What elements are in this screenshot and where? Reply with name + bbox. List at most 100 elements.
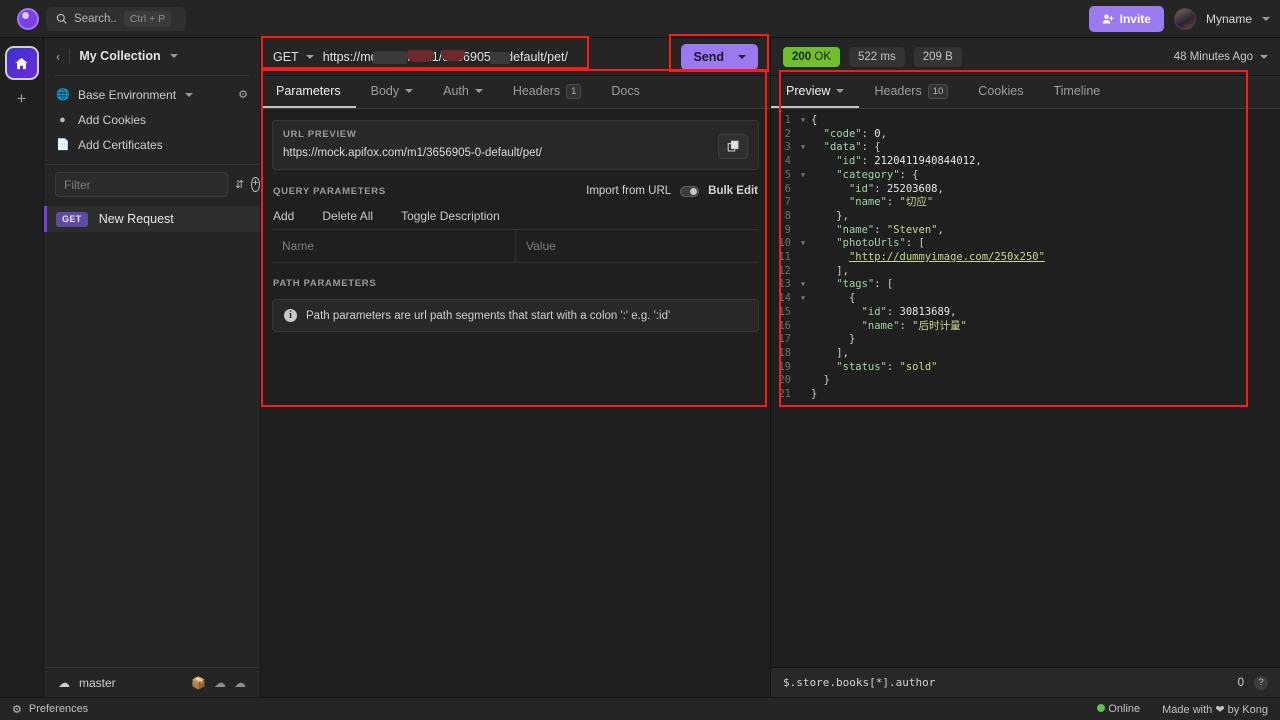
code-text: { <box>809 114 1045 128</box>
jsonpath-filter-input[interactable]: $.store.books[*].author <box>783 676 1228 689</box>
tab-parameters[interactable]: Parameters <box>261 76 356 108</box>
fold-toggle[interactable] <box>797 333 809 347</box>
code-line: 12 ], <box>771 265 1045 279</box>
tab-timeline[interactable]: Timeline <box>1038 76 1115 108</box>
add-param-button[interactable]: Add <box>273 209 294 223</box>
url-input[interactable]: https://mock...om/m1/3656905-0-default/p… <box>323 50 568 64</box>
bulk-edit-toggle[interactable] <box>680 186 699 197</box>
fold-toggle[interactable] <box>797 347 809 361</box>
search-shortcut: Ctrl + P <box>124 11 171 27</box>
rail-home-button[interactable] <box>7 48 37 78</box>
response-json-table: 1▾{2 "code": 0,3▾ "data": {4 "id": 21204… <box>771 114 1045 402</box>
sidebar-branch-bar[interactable]: ☁ master 📦 ☁ ☁ <box>44 667 260 697</box>
response-age[interactable]: 48 Minutes Ago <box>1174 51 1268 63</box>
preferences-label: Preferences <box>29 703 88 715</box>
copy-url-button[interactable] <box>718 134 748 159</box>
sidebar-item-add-certificates[interactable]: 📄 Add Certificates <box>44 132 260 157</box>
fold-toggle[interactable]: ▾ <box>797 292 809 306</box>
bulk-edit-label[interactable]: Bulk Edit <box>708 185 758 197</box>
url-preview-box: URL PREVIEW https://mock.apifox.com/m1/3… <box>272 120 759 170</box>
method-selector[interactable]: GET <box>261 50 323 64</box>
line-number: 5 <box>771 169 797 183</box>
chevron-down-icon[interactable] <box>1262 17 1270 21</box>
fold-toggle[interactable] <box>797 224 809 238</box>
fold-toggle[interactable]: ▾ <box>797 141 809 155</box>
response-body-viewer[interactable]: 1▾{2 "code": 0,3▾ "data": {4 "id": 21204… <box>771 109 1280 667</box>
question-icon[interactable]: ? <box>1254 676 1268 690</box>
user-name[interactable]: Myname <box>1206 12 1252 26</box>
gear-icon[interactable]: ⚙ <box>238 88 248 101</box>
main-area: GET https://mock...om/m1/3656905-0-defau… <box>261 38 1280 697</box>
line-number: 3 <box>771 141 797 155</box>
fold-toggle[interactable] <box>797 155 809 169</box>
tab-docs[interactable]: Docs <box>596 76 654 108</box>
fold-toggle[interactable] <box>797 265 809 279</box>
tab-auth[interactable]: Auth <box>428 76 498 108</box>
code-line: 2 "code": 0, <box>771 128 1045 142</box>
add-request-button[interactable]: + <box>251 177 259 192</box>
fold-toggle[interactable] <box>797 196 809 210</box>
sidebar-request-row[interactable]: GET New Request <box>44 206 260 232</box>
line-number: 9 <box>771 224 797 238</box>
filter-input[interactable] <box>55 172 228 197</box>
cloud-upload-icon[interactable]: ☁ <box>234 676 246 690</box>
code-text: "id": 30813689, <box>809 306 1045 320</box>
back-icon[interactable]: ‹ <box>56 49 60 64</box>
sort-icon[interactable]: ⇵ <box>235 178 244 191</box>
line-number: 4 <box>771 155 797 169</box>
chevron-down-icon[interactable] <box>185 93 193 97</box>
code-text: "name": "切应" <box>809 196 1045 210</box>
fold-toggle[interactable] <box>797 210 809 224</box>
tab-response-headers[interactable]: Headers 10 <box>859 76 963 108</box>
param-name-input[interactable]: Name <box>272 230 515 263</box>
code-line: 5▾ "category": { <box>771 169 1045 183</box>
status-bar-right: Online Made with ❤ by Kong <box>1097 703 1268 716</box>
code-line: 19 "status": "sold" <box>771 361 1045 375</box>
line-number: 14 <box>771 292 797 306</box>
tab-cookies[interactable]: Cookies <box>963 76 1038 108</box>
package-icon[interactable]: 📦 <box>191 676 206 690</box>
tab-headers[interactable]: Headers 1 <box>498 76 597 108</box>
preferences-button[interactable]: ⚙ Preferences <box>12 703 88 716</box>
toggle-description-button[interactable]: Toggle Description <box>401 209 500 223</box>
fold-toggle[interactable]: ▾ <box>797 114 809 128</box>
code-text: "tags": [ <box>809 278 1045 292</box>
send-button[interactable]: Send <box>681 44 758 70</box>
fold-toggle[interactable] <box>797 306 809 320</box>
import-from-url-link[interactable]: Import from URL <box>586 185 671 197</box>
search-input[interactable]: Search.. Ctrl + P <box>46 7 186 31</box>
collection-title[interactable]: My Collection <box>79 49 160 63</box>
fold-toggle[interactable] <box>797 128 809 142</box>
delete-all-button[interactable]: Delete All <box>322 209 373 223</box>
online-indicator-icon <box>1097 704 1105 712</box>
sidebar-item-add-cookies[interactable]: ● Add Cookies <box>44 107 260 132</box>
avatar[interactable] <box>1174 8 1196 30</box>
cloud-download-icon[interactable]: ☁ <box>214 676 226 690</box>
url-bar: GET https://mock...om/m1/3656905-0-defau… <box>261 38 770 76</box>
fold-toggle[interactable] <box>797 320 809 334</box>
sidebar-item-base-environment[interactable]: 🌐 Base Environment ⚙ <box>44 82 260 107</box>
tab-label: Preview <box>786 84 830 98</box>
param-value-input[interactable]: Value <box>515 230 759 263</box>
invite-button[interactable]: Invite <box>1089 6 1164 32</box>
request-method-badge: GET <box>56 212 88 227</box>
line-number: 21 <box>771 388 797 402</box>
fold-toggle[interactable]: ▾ <box>797 278 809 292</box>
fold-toggle[interactable]: ▾ <box>797 169 809 183</box>
tab-body[interactable]: Body <box>356 76 429 108</box>
tab-preview[interactable]: Preview <box>771 76 859 108</box>
fold-toggle[interactable] <box>797 374 809 388</box>
fold-toggle[interactable] <box>797 361 809 375</box>
code-text: { <box>809 292 1045 306</box>
rail-add-button[interactable]: + <box>17 90 27 107</box>
icon-rail: + <box>0 38 44 697</box>
line-number: 11 <box>771 251 797 265</box>
fold-toggle[interactable] <box>797 251 809 265</box>
fold-toggle[interactable] <box>797 388 809 402</box>
person-add-icon <box>1102 13 1114 25</box>
fold-toggle[interactable] <box>797 183 809 197</box>
chevron-down-icon[interactable] <box>170 54 178 58</box>
line-number: 20 <box>771 374 797 388</box>
fold-toggle[interactable]: ▾ <box>797 237 809 251</box>
chevron-down-icon[interactable] <box>738 55 746 59</box>
